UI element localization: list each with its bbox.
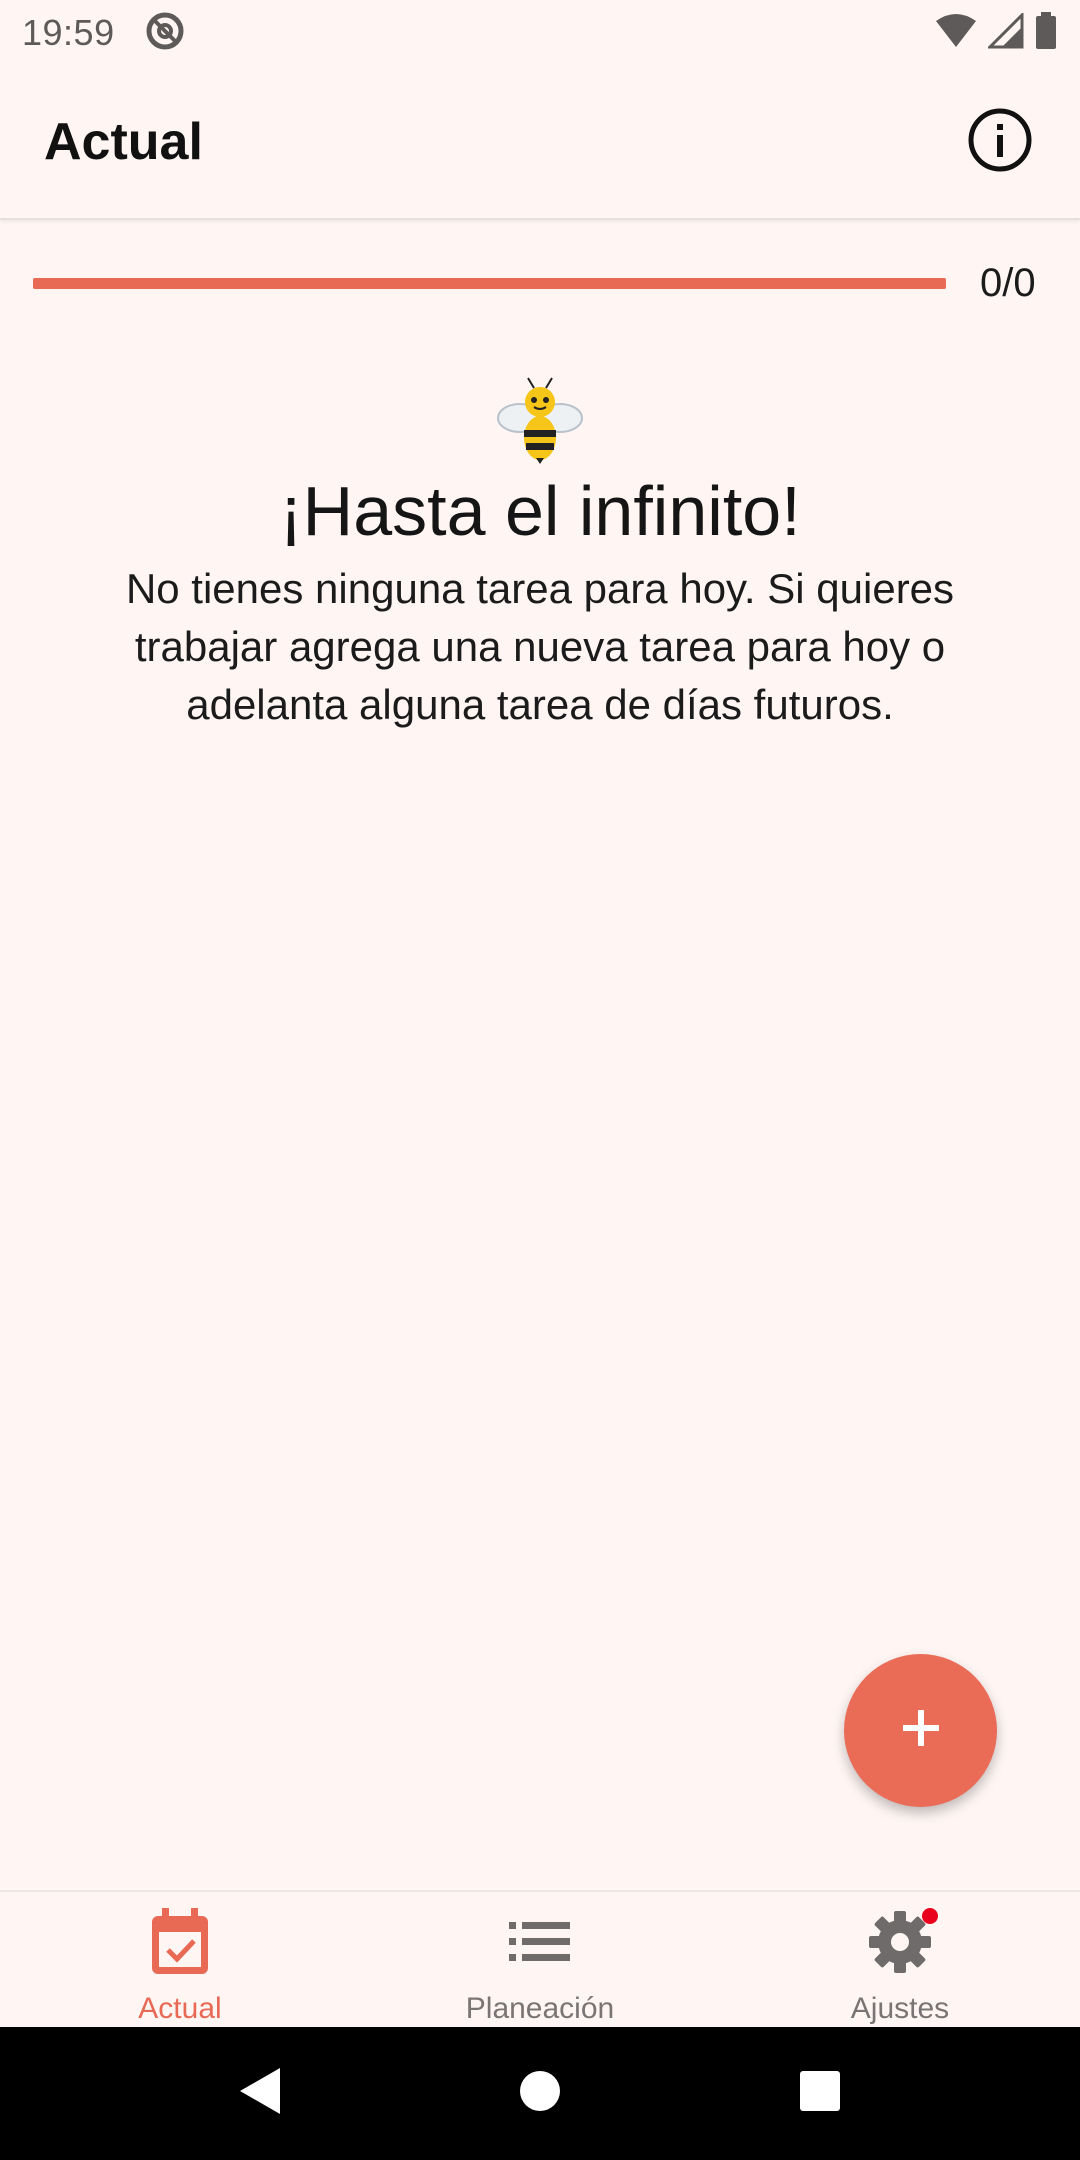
- status-right: [934, 10, 1058, 55]
- notification-badge: [922, 1908, 938, 1924]
- back-button[interactable]: [230, 2064, 290, 2124]
- progress-bar: [33, 277, 946, 289]
- recents-icon: [799, 2070, 841, 2117]
- status-time: 19:59: [22, 12, 115, 53]
- battery-icon: [1034, 11, 1058, 55]
- home-button[interactable]: [510, 2064, 570, 2124]
- calendar-check-icon: [140, 1902, 220, 1982]
- gear-icon: [860, 1902, 940, 1982]
- nav-label-actual: Actual: [138, 1992, 222, 2025]
- info-icon: [967, 107, 1033, 178]
- status-left: 19:59: [22, 11, 185, 56]
- nav-item-planeacion[interactable]: Planeación: [360, 1892, 720, 2027]
- page-title: Actual: [44, 113, 203, 171]
- nav-label-ajustes: Ajustes: [850, 1992, 950, 2025]
- signal-icon: [986, 10, 1024, 54]
- recents-button[interactable]: [790, 2064, 850, 2124]
- empty-state-title: ¡Hasta el infinito!: [279, 472, 801, 550]
- back-icon: [238, 2066, 282, 2121]
- wifi-icon: [934, 13, 978, 54]
- add-task-button[interactable]: [844, 1654, 997, 1807]
- nav-item-ajustes[interactable]: Ajustes: [720, 1892, 1080, 2027]
- info-button[interactable]: [964, 106, 1036, 178]
- progress-row: 0/0: [33, 250, 1048, 316]
- nav-label-planeacion: Planeación: [465, 1992, 615, 2025]
- at-sign-icon: [145, 11, 185, 56]
- progress-fill: [33, 277, 946, 289]
- nav-item-actual[interactable]: Actual: [0, 1892, 360, 2027]
- system-navigation-bar: [0, 2027, 1080, 2160]
- app-bar: Actual: [0, 66, 1080, 220]
- bee-icon: [492, 376, 588, 464]
- list-icon: [500, 1902, 580, 1982]
- empty-state-message: No tienes ninguna tarea para hoy. Si qui…: [125, 565, 955, 728]
- home-icon: [518, 2069, 562, 2118]
- progress-count: 0/0: [980, 260, 1036, 305]
- screen: 19:59 Actual 0/0 ¡Hasta el infinito! No …: [0, 0, 1080, 2160]
- plus-icon: [901, 1708, 941, 1753]
- empty-state: ¡Hasta el infinito! No tienes ninguna ta…: [60, 376, 1020, 734]
- bottom-navigation: Actual Planeación Ajustes: [0, 1890, 1080, 2027]
- status-bar: 19:59: [0, 0, 1080, 66]
